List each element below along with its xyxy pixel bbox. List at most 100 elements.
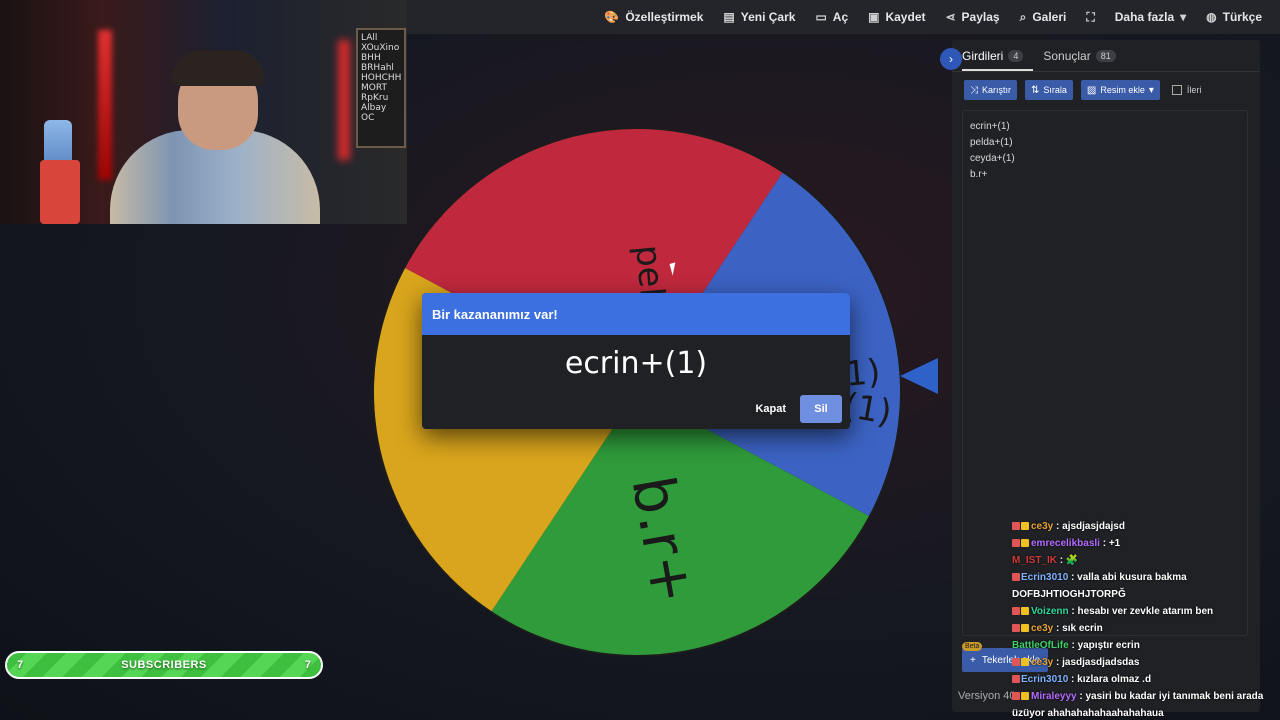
sort-button[interactable]: ⇅ Sırala bbox=[1025, 80, 1073, 100]
nav-more[interactable]: Daha fazla ▾ bbox=[1115, 10, 1186, 24]
stream-overlay: LAll XOuXino BHH BRHahl HOHCHH MORT RpKr… bbox=[0, 0, 1280, 720]
nav-language[interactable]: ◍ Türkçe bbox=[1206, 10, 1262, 24]
entry-line: pelda+(1) bbox=[970, 137, 1013, 148]
version-label: Versiyon 40 bbox=[958, 690, 1016, 702]
chat-username: Voizenn bbox=[1031, 606, 1069, 617]
nav-new-wheel[interactable]: ▤ Yeni Çark bbox=[723, 10, 795, 24]
badge-icon bbox=[1012, 692, 1020, 701]
entry-line: ecrin+(1) bbox=[970, 121, 1010, 132]
badge-icon bbox=[1012, 624, 1020, 633]
share-icon: ⋖ bbox=[945, 10, 956, 24]
dialog-title: Bir kazananımız var! bbox=[422, 293, 850, 335]
chat-username: Ecrin3010 bbox=[1021, 674, 1069, 685]
crown-icon bbox=[1021, 658, 1029, 667]
chat-text: sık ecrin bbox=[1062, 623, 1103, 634]
sort-icon: ⇅ bbox=[1031, 84, 1040, 96]
close-button[interactable]: Kapat bbox=[755, 403, 786, 415]
image-icon: ▨ bbox=[1086, 84, 1097, 96]
tab-entries[interactable]: Girdileri 4 bbox=[962, 49, 1034, 71]
chat-username: ce3y bbox=[1031, 657, 1054, 668]
chat-message: M_IST_IK : 🧩 bbox=[1012, 555, 1079, 566]
crown-icon bbox=[1021, 539, 1029, 548]
badge-icon bbox=[1012, 539, 1020, 548]
nav-open[interactable]: ▭ Aç bbox=[815, 10, 848, 24]
tab-results[interactable]: Sonuçlar 81 bbox=[1043, 49, 1125, 71]
crown-icon bbox=[1021, 522, 1029, 531]
chat-message: ce3y : jasdjasdjadsdas bbox=[1012, 654, 1274, 671]
beta-badge: Beta bbox=[962, 642, 983, 651]
shuffle-button[interactable]: ⤨ Karıştır bbox=[964, 80, 1018, 100]
dialog-actions: Kapat Sil bbox=[755, 395, 842, 423]
nav-gallery[interactable]: ⌕ Galeri bbox=[1020, 10, 1067, 25]
palette-icon: 🎨 bbox=[604, 10, 620, 24]
tab-count: 81 bbox=[1095, 50, 1116, 62]
lamp bbox=[40, 160, 80, 224]
entry-line: ceyda+(1) bbox=[970, 153, 1015, 164]
chat-message: BattleOfLife : yapıştır ecrin bbox=[1012, 640, 1140, 651]
chevron-down-icon: ▾ bbox=[1148, 84, 1154, 96]
chat-text: +1 bbox=[1108, 538, 1121, 549]
crown-icon bbox=[1021, 624, 1029, 633]
panel-tabs: Girdileri 4 Sonuçlar 81 bbox=[952, 40, 1260, 72]
chat-username: M_IST_IK bbox=[1012, 555, 1058, 566]
chat-message: emrecelikbasli : +1 bbox=[1012, 535, 1274, 552]
badge-icon bbox=[1012, 607, 1020, 616]
wheel-pointer bbox=[900, 358, 938, 394]
webcam-feed: LAll XOuXino BHH BRHahl HOHCHH MORT RpKr… bbox=[0, 0, 407, 224]
chat-username: Miraleyyy bbox=[1031, 691, 1077, 702]
nav-fullscreen[interactable]: ⛶ bbox=[1086, 10, 1094, 25]
badge-icon bbox=[1012, 522, 1020, 531]
plus-icon: + bbox=[970, 654, 976, 666]
search-icon: ⌕ bbox=[1019, 9, 1027, 24]
chat-overlay: ce3y : ajsdjasjdajsd emrecelikbasli : +1… bbox=[1012, 518, 1274, 720]
chat-text: ajsdjasjdajsd bbox=[1062, 521, 1125, 532]
globe-icon: ◍ bbox=[1206, 10, 1217, 24]
chat-text: jasdjasdjadsdas bbox=[1062, 657, 1140, 668]
file-icon: ▤ bbox=[723, 10, 735, 24]
folder-icon: ▭ bbox=[815, 10, 827, 24]
chat-text: 🧩 bbox=[1065, 555, 1079, 566]
chat-text: yapıştır ecrin bbox=[1077, 640, 1140, 651]
chat-message: Ecrin3010 : kızlara olmaz .d bbox=[1012, 671, 1274, 688]
chat-message: ce3y : sık ecrin bbox=[1012, 620, 1274, 637]
nav-save[interactable]: ▣ Kaydet bbox=[868, 10, 925, 24]
tab-count: 4 bbox=[1008, 50, 1024, 62]
subscriber-count-left: 7 bbox=[17, 659, 24, 671]
chat-username: BattleOfLife bbox=[1012, 640, 1069, 651]
chat-username: ce3y bbox=[1031, 623, 1054, 634]
entries-toolbar: ⤨ Karıştır ⇅ Sırala ▨ Resim ekle ▾ İleri bbox=[952, 72, 1260, 108]
chat-text: kızlara olmaz .d bbox=[1077, 674, 1152, 685]
chat-message: Miraleyyy : yasiri bu kadar iyi tanımak … bbox=[1012, 691, 1264, 719]
crown-icon bbox=[1021, 607, 1029, 616]
winner-dialog: Bir kazananımız var! ecrin+(1) Kapat Sil bbox=[422, 293, 850, 429]
led-light bbox=[98, 30, 112, 180]
shuffle-icon: ⤨ bbox=[970, 84, 978, 96]
chat-username: ce3y bbox=[1031, 521, 1054, 532]
badge-icon bbox=[1012, 675, 1020, 684]
led-light bbox=[338, 40, 350, 160]
top-navigation: 🎨 Özelleştirmek ▤ Yeni Çark ▭ Aç ▣ Kaydet ⋖ P… bbox=[407, 0, 1280, 34]
chat-username: emrecelikbasli bbox=[1031, 538, 1100, 549]
add-image-button[interactable]: ▨ Resim ekle ▾ bbox=[1080, 80, 1160, 100]
streamer-hair bbox=[172, 50, 264, 86]
chat-message: ce3y : ajsdjasjdajsd bbox=[1012, 518, 1274, 535]
delete-button[interactable]: Sil bbox=[800, 395, 842, 423]
subscriber-count-right: 7 bbox=[304, 659, 311, 671]
crown-icon bbox=[1021, 692, 1029, 701]
save-icon: ▣ bbox=[868, 10, 880, 24]
fullscreen-icon: ⛶ bbox=[1086, 9, 1095, 24]
badge-icon bbox=[1012, 658, 1020, 667]
checkbox-box[interactable] bbox=[1171, 85, 1182, 95]
nav-customize[interactable]: 🎨 Özelleştirmek bbox=[604, 10, 703, 24]
nav-share[interactable]: ⋖ Paylaş bbox=[945, 10, 999, 24]
chevron-down-icon: ▾ bbox=[1180, 10, 1187, 24]
chat-message: Voizenn : hesabı ver zevkle atarım ben bbox=[1012, 603, 1274, 620]
subscriber-label: SUBSCRIBERS bbox=[121, 659, 207, 671]
chat-username: Ecrin3010 bbox=[1021, 572, 1069, 583]
advanced-checkbox[interactable]: İleri bbox=[1171, 85, 1201, 95]
subscriber-goal-bar: 7 SUBSCRIBERS 7 bbox=[5, 651, 323, 679]
winner-name: ecrin+(1) bbox=[564, 345, 708, 381]
chat-message: Ecrin3010 : valla abi kusura bakma DOFBJ… bbox=[1012, 572, 1187, 600]
entry-line: b.r+ bbox=[970, 169, 988, 180]
chat-text: hesabı ver zevkle atarım ben bbox=[1077, 606, 1214, 617]
